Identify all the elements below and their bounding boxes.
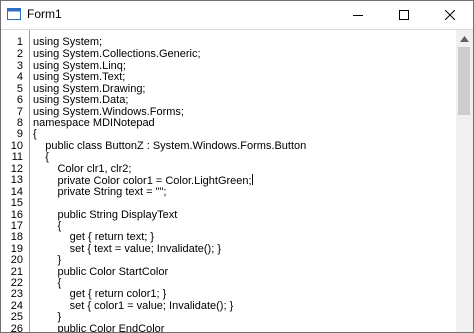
code-editor-textbox[interactable]: using System; using System.Collections.G… [29,30,457,333]
line-number-gutter: 1 2 3 4 5 6 7 8 9 10 11 12 13 14 15 16 1… [1,30,29,333]
line-number: 1 [16,36,23,48]
maximize-button[interactable] [381,1,427,29]
maximize-icon [399,10,409,20]
code-line: using System; [33,36,103,48]
line-number: 25 [10,311,23,323]
main-window: Form1 1 2 3 4 5 6 7 8 9 10 11 12 13 14 1… [0,0,474,333]
line-number: 15 [10,197,23,209]
minimize-icon [353,15,363,16]
scrollbar-thumb[interactable] [458,47,470,115]
form-app-icon[interactable] [7,7,21,21]
line-number: 23 [10,288,23,300]
line-number: 20 [10,254,23,266]
line-number: 9 [16,128,23,140]
close-icon [445,10,455,20]
line-number: 26 [10,323,23,333]
code-line: set { color1 = value; Invalidate(); } [33,300,234,312]
code-line: private String text = ""; [33,186,167,198]
line-number: 6 [16,94,23,106]
code-line: get { return text; } [33,231,155,243]
window-title: Form1 [27,7,62,21]
client-area: 1 2 3 4 5 6 7 8 9 10 11 12 13 14 15 16 1… [1,29,473,333]
code-line: } [33,254,62,266]
line-number: 11 [11,151,23,163]
text-caret [251,174,253,185]
code-line: using System.Text; [33,71,126,83]
code-line: { [33,128,37,140]
code-line: public Color EndColor [33,323,165,333]
code-line: } [33,311,62,323]
code-line: public class ButtonZ : System.Windows.Fo… [33,140,307,152]
vertical-scrollbar[interactable] [456,30,473,332]
title-bar[interactable]: Form1 [1,1,473,29]
code-line: get { return color1; } [33,288,167,300]
code-line: set { text = value; Invalidate(); } [33,243,222,255]
minimize-button[interactable] [335,1,381,29]
code-line: using System.Data; [33,94,129,106]
line-number: 13 [10,174,23,186]
code-line: namespace MDINotepad [33,117,155,129]
scroll-up-button[interactable] [456,30,473,47]
line-number: 18 [10,231,23,243]
line-number: 2 [16,48,23,60]
code-line: using System.Collections.Generic; [33,48,201,60]
scroll-up-arrow-icon [460,35,469,42]
close-button[interactable] [427,1,473,29]
code-line: { [33,151,49,163]
line-number: 4 [16,71,23,83]
